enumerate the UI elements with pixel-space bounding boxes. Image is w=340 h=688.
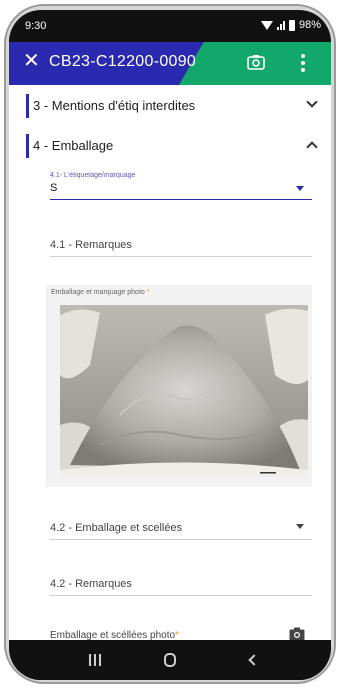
camera-icon[interactable] <box>289 627 305 640</box>
photo-label: Emballage et marquage photo * <box>51 289 150 296</box>
dropdown-caret-icon <box>296 524 304 529</box>
remarques-42-field[interactable]: 4.2 - Remarques <box>50 574 312 596</box>
etiquetage-select[interactable]: S <box>50 180 312 200</box>
page-title: CB23-C12200-0090 <box>49 53 197 70</box>
etiquetage-label: 4.1- L'étiquetage/marquage <box>50 172 136 179</box>
cement-powder-photo[interactable] <box>60 305 308 477</box>
recents-icon[interactable] <box>89 654 101 666</box>
chevron-down-icon[interactable] <box>306 96 318 108</box>
photo-card-emballage[interactable]: Emballage et marquage photo * <box>46 285 312 487</box>
camera-icon[interactable] <box>247 54 265 70</box>
battery-icon <box>288 19 295 31</box>
wifi-icon <box>260 20 273 30</box>
signal-icon <box>276 20 285 30</box>
close-icon[interactable]: ✕ <box>23 51 40 71</box>
required-mark: * <box>175 630 179 640</box>
app-bar: ✕ CB23-C12200-0090 <box>9 42 331 85</box>
phone-screen: 9:30 98% ✕ CB23-C12200-0090 3 - Mentions… <box>9 10 331 680</box>
remarques-41-placeholder: 4.1 - Remarques <box>50 239 132 251</box>
emballage-scellees-placeholder: 4.2 - Emballage et scellées <box>50 522 183 534</box>
status-icons: 98% <box>260 19 321 31</box>
emballage-scellees-select[interactable]: 4.2 - Emballage et scellées <box>50 518 312 540</box>
section-3-header[interactable]: 3 - Mentions d'étiq interdites <box>26 94 322 118</box>
chevron-up-icon[interactable] <box>306 141 318 153</box>
remarques-41-field[interactable]: 4.1 - Remarques <box>50 235 312 257</box>
section-3-label: 3 - Mentions d'étiq interdites <box>33 98 196 113</box>
etiquetage-value: S <box>50 182 58 194</box>
section-4-header[interactable]: 4 - Emballage <box>26 134 322 158</box>
status-bar: 9:30 98% <box>9 10 331 42</box>
required-mark: * <box>146 289 150 296</box>
home-icon[interactable] <box>164 653 176 667</box>
remarques-42-placeholder: 4.2 - Remarques <box>50 578 132 590</box>
battery-percent: 98% <box>298 19 321 31</box>
back-icon[interactable] <box>248 654 260 666</box>
photo-label-scellees: Emballage et scéllées photo* <box>50 630 179 640</box>
system-nav-bar <box>9 640 331 680</box>
form-content: 3 - Mentions d'étiq interdites 4 - Embal… <box>9 85 331 640</box>
section-4-label: 4 - Emballage <box>33 138 114 153</box>
dropdown-caret-icon <box>296 186 304 191</box>
more-vert-icon[interactable] <box>301 54 305 72</box>
status-time: 9:30 <box>25 20 47 32</box>
